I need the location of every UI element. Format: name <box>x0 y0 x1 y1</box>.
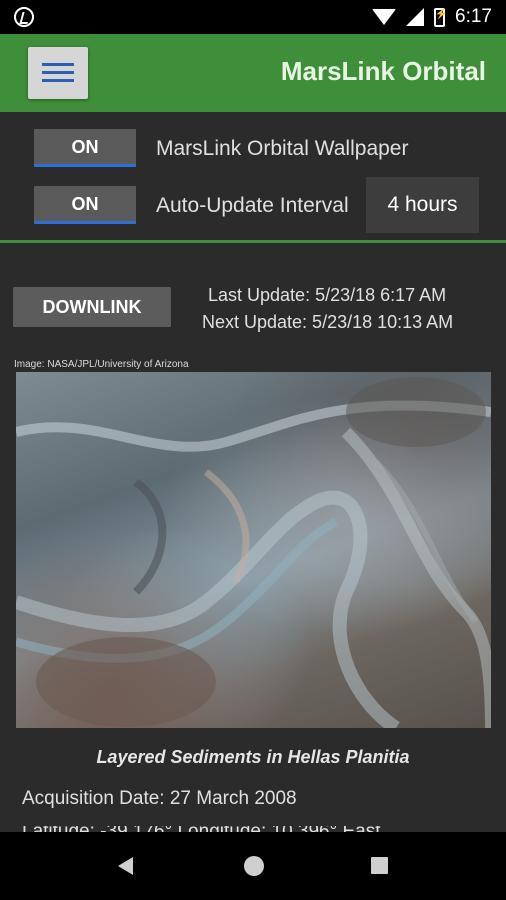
navigation-bar <box>0 832 506 900</box>
image-caption: Layered Sediments in Hellas Planitia <box>96 747 410 767</box>
last-update-text: Last Update: 5/23/18 6:17 AM <box>208 285 447 305</box>
image-credit: Image: NASA/JPL/University of Arizona <box>14 359 189 370</box>
wallpaper-toggle[interactable]: ON <box>34 129 136 167</box>
battery-icon <box>434 7 447 27</box>
menu-button[interactable] <box>28 47 88 99</box>
next-update-text: Next Update: 5/23/18 10:13 AM <box>202 312 454 332</box>
app-notification-icon <box>14 7 34 27</box>
app-bar: MarsLink Orbital <box>0 34 506 112</box>
auto-update-toggle[interactable]: ON <box>34 186 136 224</box>
home-icon[interactable] <box>244 856 264 876</box>
divider <box>0 240 506 243</box>
recents-icon[interactable] <box>371 857 388 874</box>
clock: 6:17 <box>455 6 492 27</box>
wifi-icon <box>372 9 397 25</box>
back-icon[interactable] <box>118 857 133 875</box>
auto-update-label: Auto-Update Interval <box>156 194 349 217</box>
app-title: MarsLink Orbital <box>280 56 486 86</box>
status-bar: 6:17 <box>0 0 506 34</box>
mars-orbital-image[interactable] <box>16 372 491 728</box>
interval-select[interactable]: 4 hours <box>366 177 479 233</box>
acquisition-date: Acquisition Date: 27 March 2008 <box>22 788 297 809</box>
signal-icon <box>406 8 425 26</box>
menu-icon <box>42 63 74 66</box>
downlink-button[interactable]: DOWNLINK <box>13 287 171 327</box>
wallpaper-label: MarsLink Orbital Wallpaper <box>156 137 409 160</box>
status-icons: 6:17 <box>372 0 492 34</box>
terrain-texture <box>16 377 491 728</box>
